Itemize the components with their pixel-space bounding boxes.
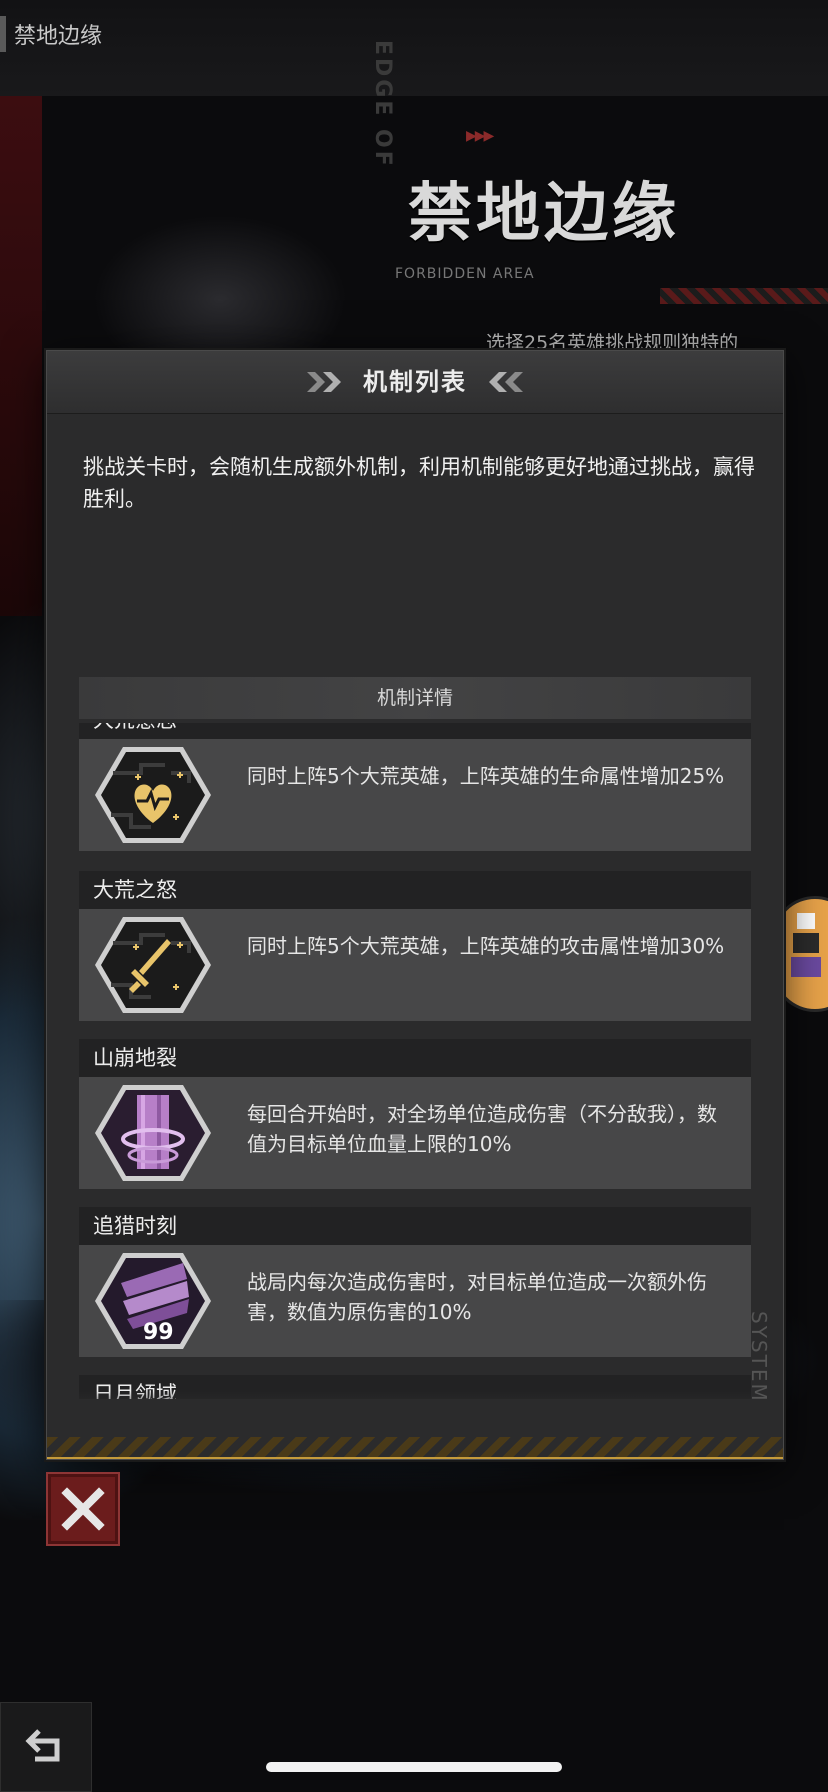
dialog-title: 机制列表	[363, 368, 467, 396]
home-indicator[interactable]	[266, 1762, 562, 1772]
stage-title: 禁地边缘	[408, 177, 680, 251]
mechanism-description: 同时上阵5个大荒英雄，上阵英雄的攻击属性增加30%	[247, 934, 725, 958]
mechanism-description: 战局内每次造成伤害时，对目标单位造成一次额外伤害，数值为原伤害的10%	[247, 1270, 707, 1324]
mechanism-item: 山崩地裂 每回合开始时，对全场单位造成伤害（不分敌我），数值为目标单位血量上限的…	[79, 1039, 751, 1199]
mechanism-name: 追猎时刻	[79, 1207, 751, 1245]
mechanism-list-dialog: 机制列表 挑战关卡时，会随机生成额外机制，利用机制能够更好地通过挑战，赢得胜利。…	[46, 350, 784, 1460]
pixel-character-icon	[791, 913, 821, 985]
topbar-marker	[0, 16, 6, 52]
mechanism-name: 大荒意志	[79, 723, 751, 739]
mechanism-body: 每回合开始时，对全场单位造成伤害（不分敌我），数值为目标单位血量上限的10%	[79, 1077, 751, 1189]
damage-badge: 99	[143, 1320, 174, 1345]
mechanism-item: 追猎时刻 99 战局内每次造成伤害时，对目标单位造成一次额外伤害，数值为原伤害的…	[79, 1207, 751, 1367]
mechanism-body: 同时上阵5个大荒英雄，上阵英雄的生命属性增加25%	[79, 739, 751, 851]
pillar-icon	[95, 1085, 211, 1181]
mechanism-description: 每回合开始时，对全场单位造成伤害（不分敌我），数值为目标单位血量上限的10%	[247, 1102, 717, 1156]
mechanism-name: 山崩地裂	[79, 1039, 751, 1077]
chevron-left-icon	[489, 372, 523, 392]
mechanism-description: 同时上阵5个大荒英雄，上阵英雄的生命属性增加25%	[247, 764, 725, 788]
mechanism-body: 同时上阵5个大荒英雄，上阵英雄的攻击属性增加30%	[79, 909, 751, 1021]
vertical-english-text: EDGE OF	[370, 40, 395, 169]
claw-icon: 99	[95, 1253, 211, 1349]
back-button[interactable]	[0, 1702, 92, 1792]
mechanism-detail-header: 机制详情	[79, 677, 751, 719]
sword-icon	[95, 917, 211, 1013]
stage-subtitle: FORBIDDEN AREA	[395, 266, 535, 282]
list-fade	[47, 1391, 783, 1411]
decor-arrows-icon: ▶▶▶	[466, 128, 494, 144]
topbar-title: 禁地边缘	[14, 24, 103, 49]
mechanism-list[interactable]: 大荒意志 同时上阵5个大荒英雄，上阵英雄的生命属性增加25% 大荒之怒	[79, 723, 751, 1399]
close-button[interactable]	[46, 1472, 120, 1546]
dialog-header: 机制列表	[47, 351, 783, 414]
back-icon	[25, 1729, 60, 1762]
dialog-footer-stripe	[47, 1437, 783, 1459]
close-icon	[61, 1487, 105, 1531]
dialog-side-text: SYSTEM	[747, 1311, 771, 1403]
dialog-intro-text: 挑战关卡时，会随机生成额外机制，利用机制能够更好地通过挑战，赢得胜利。	[83, 455, 755, 511]
mechanism-item: 大荒意志 同时上阵5个大荒英雄，上阵英雄的生命属性增加25%	[79, 723, 751, 861]
heart-icon	[95, 747, 211, 843]
mechanism-name: 大荒之怒	[79, 871, 751, 909]
top-strip	[0, 0, 828, 96]
hazard-stripe	[660, 288, 828, 304]
mechanism-item: 大荒之怒 同时上阵5个大荒英雄，上阵英雄的攻击属性增加30%	[79, 871, 751, 1031]
mechanism-body: 99 战局内每次造成伤害时，对目标单位造成一次额外伤害，数值为原伤害的10%	[79, 1245, 751, 1357]
